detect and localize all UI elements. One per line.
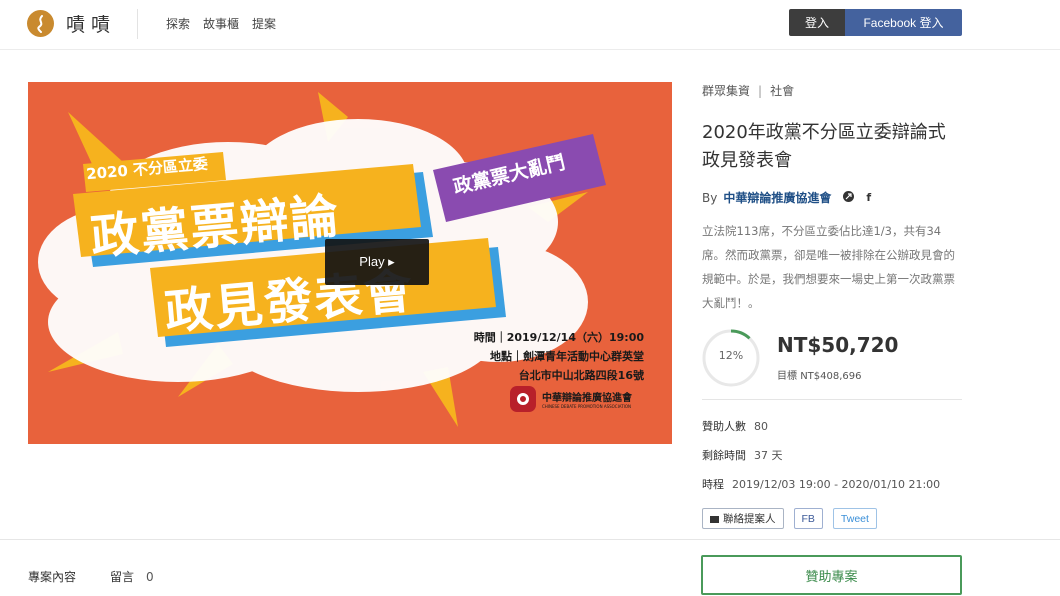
tab-comments[interactable]: 留言 0: [110, 568, 154, 585]
nav-explore[interactable]: 探索: [166, 15, 190, 32]
org-name-en: CHINESE DEBATE PROMOTION ASSOCIATION: [542, 404, 631, 409]
nav-stories[interactable]: 故事櫃: [203, 15, 239, 32]
facebook-login-button[interactable]: Facebook 登入: [845, 9, 962, 36]
subcategory-link[interactable]: 社會: [770, 84, 794, 98]
main-nav: 探索 故事櫃 提案: [166, 15, 289, 32]
share-row: 聯絡提案人 FB Tweet: [702, 508, 962, 529]
poster-org-logo: 中華辯論推廣協進會 CHINESE DEBATE PROMOTION ASSOC…: [510, 386, 632, 412]
progress-percent: 12%: [718, 349, 744, 362]
poster-place: 地點｜劍潭青年活動中心群英堂: [490, 350, 644, 363]
goal-amount: NT$408,696: [800, 371, 862, 382]
org-name: 中華辯論推廣協進會: [542, 393, 632, 404]
project-description: 立法院113席，不分區立委佔比達1/3，共有34席。然而政黨票，卻是唯一被排除在…: [702, 224, 955, 310]
poster-event-info: 時間｜2019/12/14（六）19:00 地點｜劍潭青年活動中心群英堂 台北市…: [448, 328, 644, 385]
brand-name[interactable]: 嘖嘖: [66, 10, 116, 37]
divider: [702, 399, 962, 400]
category-line: 群眾集資 | 社會: [702, 84, 795, 98]
remaining-row: 剩餘時間 37 天: [702, 447, 962, 463]
nav-propose[interactable]: 提案: [252, 15, 276, 32]
remaining-label: 剩餘時間: [702, 449, 746, 462]
comments-label: 留言: [110, 570, 135, 584]
backers-row: 贊助人數 80: [702, 418, 962, 434]
by-label: By: [702, 190, 718, 205]
comment-count: 0: [146, 570, 154, 584]
creator-line: By 中華辯論推廣協進會 f: [702, 189, 962, 206]
play-button[interactable]: Play ▸: [325, 239, 429, 285]
period-label: 時程: [702, 478, 724, 491]
tab-project-content[interactable]: 專案內容: [28, 568, 76, 585]
contact-label: 聯絡提案人: [723, 513, 776, 525]
category-link[interactable]: 群眾集資: [702, 84, 750, 98]
message-icon: [710, 515, 719, 523]
header-divider: [137, 9, 138, 39]
login-button[interactable]: 登入: [789, 9, 845, 36]
support-project-button[interactable]: 贊助專案: [701, 555, 962, 595]
website-icon[interactable]: [843, 190, 855, 205]
poster-time: 時間｜2019/12/14（六）19:00: [473, 331, 644, 344]
goal-label: 目標: [777, 371, 797, 382]
project-video[interactable]: 2020 不分區立委 政黨票辯論 政見發表會 政黨票大亂鬥 時間｜2019/12…: [28, 82, 672, 444]
contact-creator-button[interactable]: 聯絡提案人: [702, 508, 784, 529]
goal-line: 目標 NT$408,696: [777, 367, 862, 382]
backers-count: 80: [754, 420, 768, 433]
top-header: 嘖嘖 探索 故事櫃 提案 登入 Facebook 登入: [0, 0, 1060, 50]
facebook-share-button[interactable]: FB: [793, 508, 823, 529]
creator-link[interactable]: 中華辯論推廣協進會: [723, 189, 831, 206]
period-dates: 2019/12/03 19:00 - 2020/01/10 21:00: [732, 478, 941, 491]
period-row: 時程 2019/12/03 19:00 - 2020/01/10 21:00: [702, 476, 962, 492]
remaining-time: 37 天: [754, 449, 783, 462]
raised-amount: NT$50,720: [777, 333, 899, 357]
project-summary: 群眾集資 | 社會 2020年政黨不分區立委辯論式政見發表會 By 中華辯論推廣協進…: [702, 82, 962, 529]
backers-label: 贊助人數: [702, 420, 746, 433]
facebook-icon[interactable]: f: [866, 191, 871, 204]
bottom-bar: 專案內容 留言 0 贊助專案: [0, 539, 1060, 596]
org-logo-icon: [510, 386, 536, 412]
logo-icon[interactable]: [27, 10, 54, 37]
tweet-button[interactable]: Tweet: [832, 508, 877, 529]
funding-progress: 12% NT$50,720 目標 NT$408,696: [702, 329, 962, 393]
poster-address: 台北市中山北路四段16號: [518, 369, 644, 382]
project-title: 2020年政黨不分區立委辯論式政見發表會: [702, 122, 946, 171]
